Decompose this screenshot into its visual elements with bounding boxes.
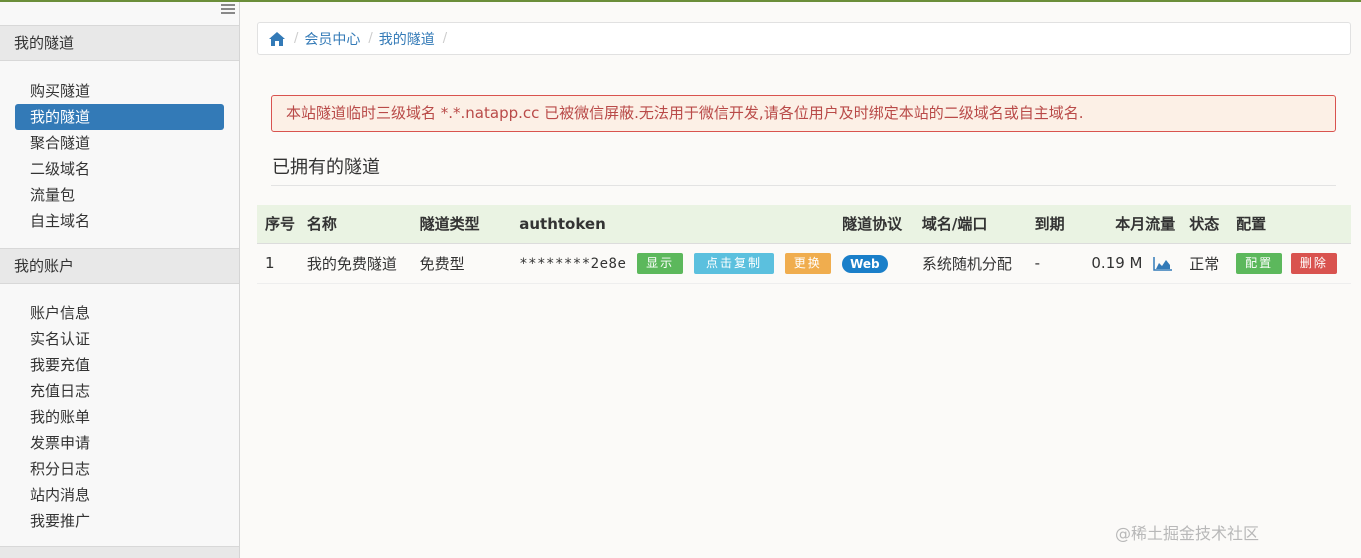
column-header-no: 序号 xyxy=(257,205,307,244)
breadcrumb-member-center[interactable]: 会员中心 xyxy=(304,29,360,49)
sidebar-item-traffic-pack[interactable]: 流量包 xyxy=(15,182,224,208)
sidebar-item-aggregate-tunnels[interactable]: 聚合隧道 xyxy=(15,130,224,156)
sidebar-menu-account: 账户信息 实名认证 我要充值 充值日志 我的账单 发票申请 积分日志 站内消息 … xyxy=(15,300,224,534)
cell-protocol: Web xyxy=(842,243,922,283)
sidebar-item-points-log[interactable]: 积分日志 xyxy=(15,456,224,482)
sidebar-item-subdomain[interactable]: 二级域名 xyxy=(15,156,224,182)
sidebar-item-verification[interactable]: 实名认证 xyxy=(15,326,224,352)
cell-no: 1 xyxy=(265,254,275,272)
column-header-name: 名称 xyxy=(306,205,420,244)
column-header-status: 状态 xyxy=(1189,205,1237,244)
sidebar-item-recharge[interactable]: 我要充值 xyxy=(15,352,224,378)
cell-authtoken: ********2e8e 显示 点击复制 更换 xyxy=(519,243,842,283)
sidebar-item-buy-tunnel[interactable]: 购买隧道 xyxy=(15,78,224,104)
cell-config: 配置 删除 xyxy=(1236,243,1351,283)
traffic-value: 0.19 M xyxy=(1091,254,1143,272)
cell-type: 免费型 xyxy=(419,254,465,273)
column-header-config: 配置 xyxy=(1236,205,1351,244)
sidebar-item-account-info[interactable]: 账户信息 xyxy=(15,300,224,326)
sidebar-item-invoice[interactable]: 发票申请 xyxy=(15,430,224,456)
delete-button[interactable]: 删除 xyxy=(1290,252,1337,274)
copy-token-button[interactable]: 点击复制 xyxy=(693,252,774,274)
menu-collapse-icon[interactable] xyxy=(221,4,235,14)
sidebar-item-custom-domain[interactable]: 自主域名 xyxy=(15,208,224,234)
config-button[interactable]: 配置 xyxy=(1236,252,1283,274)
breadcrumb-separator: / xyxy=(294,31,299,46)
column-header-domain: 域名/端口 xyxy=(921,205,1035,244)
column-header-type: 隧道类型 xyxy=(419,205,520,244)
column-header-traffic: 本月流量 xyxy=(1091,205,1190,244)
sidebar: 我的隧道 购买隧道 我的隧道 聚合隧道 二级域名 流量包 自主域名 我的账户 账… xyxy=(0,2,240,558)
cell-expire: - xyxy=(1034,254,1041,272)
breadcrumb-my-tunnels[interactable]: 我的隧道 xyxy=(379,29,435,49)
breadcrumb: / 会员中心 / 我的隧道 / xyxy=(257,22,1351,55)
sidebar-item-messages[interactable]: 站内消息 xyxy=(15,482,224,508)
column-header-protocol: 隧道协议 xyxy=(842,205,922,244)
area-chart-icon[interactable] xyxy=(1153,256,1173,271)
column-header-expire: 到期 xyxy=(1034,205,1092,244)
sidebar-menu-tunnels: 购买隧道 我的隧道 聚合隧道 二级域名 流量包 自主域名 xyxy=(15,78,224,234)
sidebar-item-my-tunnels[interactable]: 我的隧道 xyxy=(15,104,224,130)
protocol-badge: Web xyxy=(842,254,888,273)
sidebar-section-account[interactable]: 我的账户 xyxy=(0,248,239,284)
tunnels-table: 序号 名称 隧道类型 authtoken 隧道协议 域名/端口 到期 本月流量 … xyxy=(257,205,1351,284)
cell-traffic: 0.19 M xyxy=(1091,243,1189,283)
change-token-button[interactable]: 更换 xyxy=(784,252,831,274)
home-icon[interactable] xyxy=(268,31,286,47)
cell-status: 正常 xyxy=(1189,254,1220,273)
sidebar-item-my-bills[interactable]: 我的账单 xyxy=(15,404,224,430)
sidebar-item-promote[interactable]: 我要推广 xyxy=(15,508,224,534)
column-header-authtoken: authtoken xyxy=(519,205,843,244)
cell-domain: 系统随机分配 xyxy=(921,254,1012,273)
warning-alert: 本站隧道临时三级域名 *.*.natapp.cc 已被微信屏蔽.无法用于微信开发… xyxy=(271,95,1336,132)
authtoken-value: ********2e8e xyxy=(519,255,627,272)
breadcrumb-separator: / xyxy=(442,31,448,46)
page-section-title: 已拥有的隧道 xyxy=(271,153,1336,186)
sidebar-item-recharge-log[interactable]: 充值日志 xyxy=(15,378,224,404)
sidebar-section-next xyxy=(0,546,239,558)
breadcrumb-separator: / xyxy=(368,31,373,46)
show-token-button[interactable]: 显示 xyxy=(637,252,684,274)
table-header-row: 序号 名称 隧道类型 authtoken 隧道协议 域名/端口 到期 本月流量 … xyxy=(257,205,1351,244)
cell-name: 我的免费隧道 xyxy=(306,254,397,273)
table-row: 1 我的免费隧道 免费型 ********2e8e 显示 点击复制 更换 Web… xyxy=(257,243,1351,283)
sidebar-section-tunnels[interactable]: 我的隧道 xyxy=(0,25,239,61)
watermark: @稀土掘金技术社区 xyxy=(1115,524,1260,543)
